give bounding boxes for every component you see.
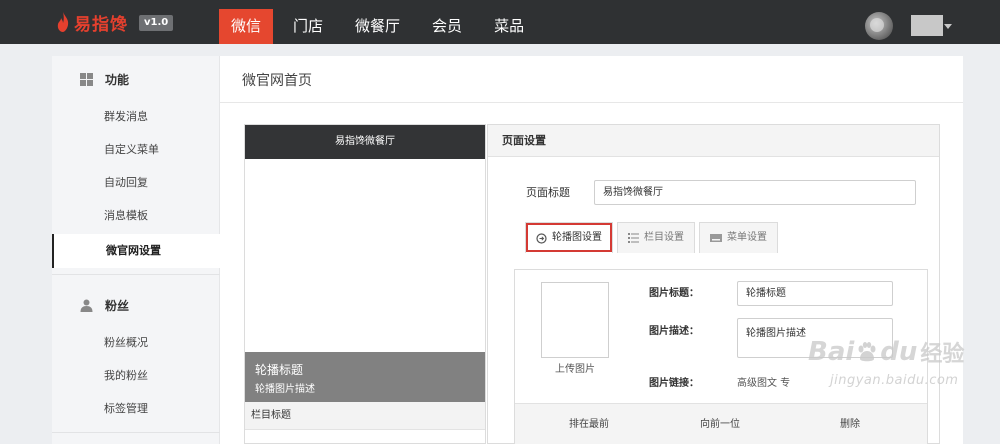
sidebar-group-title: 粉丝	[105, 298, 130, 313]
keyboard-icon	[710, 234, 722, 242]
baidu-watermark: Bai du 经验	[808, 336, 964, 368]
sidebar-item-site-settings[interactable]: 微官网设置	[52, 234, 220, 268]
nav-item-member[interactable]: 会员	[420, 9, 474, 44]
sidebar-item-auto-reply[interactable]: 自动回复	[52, 167, 220, 199]
flame-icon	[57, 12, 69, 32]
circle-arrow-icon	[536, 232, 547, 244]
sidebar-group-fans: 粉丝	[80, 295, 129, 315]
banner-title: 轮播标题	[255, 363, 304, 377]
list-icon	[628, 233, 639, 243]
watermark-cn: 经验	[920, 342, 965, 367]
image-title-label: 图片标题：	[649, 288, 699, 299]
sidebar-group-title: 功能	[105, 72, 130, 87]
sidebar-divider	[52, 274, 220, 275]
logo[interactable]: 易指馋	[56, 9, 128, 35]
avatar[interactable]	[865, 12, 893, 40]
move-to-first-button[interactable]: 排在最前	[569, 404, 609, 444]
preview-column-title[interactable]: 栏目标题	[245, 402, 485, 430]
page-title: 微官网首页	[242, 73, 312, 89]
page-settings-panel: 页面设置 页面标题 易指馋微餐厅 轮播图设置 栏目设置 菜单设置 上传图片 图片…	[487, 124, 940, 444]
page-title-label: 页面标题	[526, 186, 570, 199]
paw-icon	[858, 342, 876, 362]
username-box[interactable]	[911, 15, 943, 36]
sidebar-divider	[52, 432, 220, 433]
nav-item-micro-restaurant[interactable]: 微餐厅	[343, 9, 412, 44]
upload-image-label[interactable]: 上传图片	[555, 360, 595, 375]
nav-item-wechat[interactable]: 微信	[219, 9, 274, 44]
tab-label: 菜单设置	[727, 232, 767, 243]
tab-label: 栏目设置	[644, 232, 684, 243]
sidebar-item-fans-overview[interactable]: 粉丝概况	[52, 327, 220, 359]
tab-carousel-settings[interactable]: 轮播图设置	[525, 222, 613, 253]
page-title-input[interactable]: 易指馋微餐厅	[594, 180, 916, 205]
carousel-actions: 排在最前 向前一位 删除	[515, 403, 927, 444]
preview-banner[interactable]: 轮播标题 轮播图片描述	[245, 352, 485, 402]
preview-header: 易指馋微餐厅	[245, 125, 485, 159]
nav-item-dishes[interactable]: 菜品	[482, 9, 536, 44]
mobile-preview: 易指馋微餐厅 轮播标题 轮播图片描述 栏目标题	[244, 124, 486, 444]
image-desc-label: 图片描述：	[649, 326, 699, 337]
title-divider	[220, 102, 963, 103]
sidebar-item-mass-message[interactable]: 群发消息	[52, 101, 220, 133]
move-up-button[interactable]: 向前一位	[700, 404, 740, 444]
tab-label: 轮播图设置	[552, 232, 602, 243]
delete-button[interactable]: 删除	[840, 404, 860, 444]
grid-icon	[80, 72, 93, 86]
sidebar: 功能 群发消息 自定义菜单 自动回复 消息模板 微官网设置 粉丝 粉丝概况 我的…	[52, 56, 220, 444]
sidebar-item-my-fans[interactable]: 我的粉丝	[52, 360, 220, 392]
user-icon	[80, 299, 93, 312]
watermark-url: jingyan.baidu.com	[830, 373, 959, 388]
settings-header: 页面设置	[488, 125, 939, 157]
sidebar-item-tag-management[interactable]: 标签管理	[52, 393, 220, 425]
logo-text: 易指馋	[74, 14, 128, 35]
sidebar-group-features: 功能	[80, 69, 129, 89]
top-navbar: 易指馋 v1.0 微信 门店 微餐厅 会员 菜品	[0, 0, 1000, 44]
sidebar-item-custom-menu[interactable]: 自定义菜单	[52, 134, 220, 166]
watermark-text-2: du	[880, 337, 918, 367]
image-link-value[interactable]: 高级图文 专	[737, 374, 790, 389]
image-title-input[interactable]: 轮播标题	[737, 281, 893, 306]
main-panel: 功能 群发消息 自定义菜单 自动回复 消息模板 微官网设置 粉丝 粉丝概况 我的…	[52, 56, 963, 444]
banner-description: 轮播图片描述	[255, 384, 315, 395]
caret-down-icon[interactable]	[944, 24, 952, 29]
tab-column-settings[interactable]: 栏目设置	[617, 222, 695, 253]
settings-tabs: 轮播图设置 栏目设置 菜单设置	[525, 222, 782, 253]
image-upload-box[interactable]	[541, 282, 609, 358]
main-nav: 微信 门店 微餐厅 会员 菜品	[219, 9, 544, 44]
watermark-text: Bai	[808, 337, 855, 367]
sidebar-item-message-template[interactable]: 消息模板	[52, 200, 220, 232]
image-link-label: 图片链接：	[649, 378, 699, 389]
tab-menu-settings[interactable]: 菜单设置	[699, 222, 778, 253]
nav-item-store[interactable]: 门店	[281, 9, 335, 44]
version-badge: v1.0	[139, 15, 174, 31]
